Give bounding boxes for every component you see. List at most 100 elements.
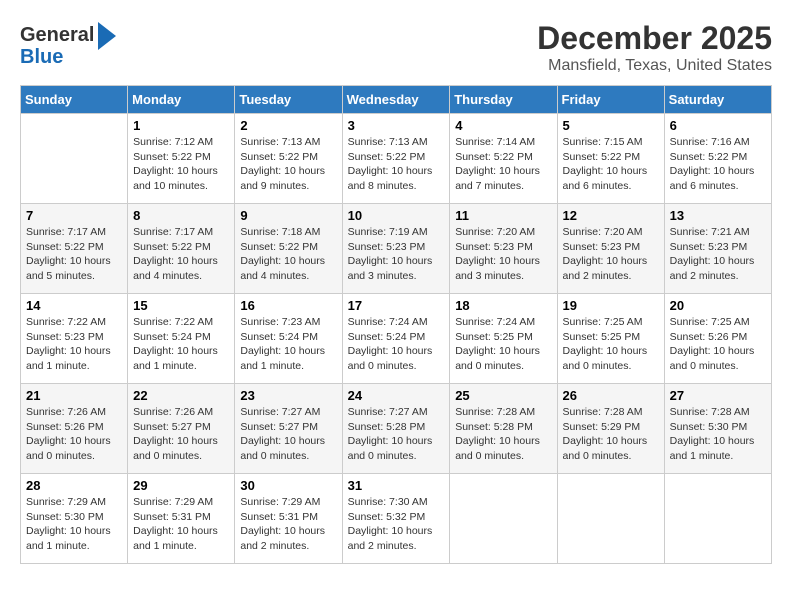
day-number: 5 xyxy=(563,118,659,133)
page-header: General Blue December 2025 Mansfield, Te… xyxy=(20,20,772,75)
day-info: Sunrise: 7:19 AMSunset: 5:23 PMDaylight:… xyxy=(348,225,445,284)
calendar-cell: 31 Sunrise: 7:30 AMSunset: 5:32 PMDayligh… xyxy=(342,474,450,564)
calendar-cell xyxy=(557,474,664,564)
day-info: Sunrise: 7:28 AMSunset: 5:30 PMDaylight:… xyxy=(670,405,766,464)
day-info: Sunrise: 7:22 AMSunset: 5:24 PMDaylight:… xyxy=(133,315,229,374)
calendar-cell: 23 Sunrise: 7:27 AMSunset: 5:27 PMDayligh… xyxy=(235,384,342,474)
day-number: 15 xyxy=(133,298,229,313)
day-info: Sunrise: 7:27 AMSunset: 5:27 PMDaylight:… xyxy=(240,405,336,464)
day-info: Sunrise: 7:20 AMSunset: 5:23 PMDaylight:… xyxy=(563,225,659,284)
calendar-cell xyxy=(664,474,771,564)
header-sunday: Sunday xyxy=(21,86,128,114)
calendar-cell: 4Sunrise: 7:14 AMSunset: 5:22 PMDaylight… xyxy=(450,114,557,204)
day-info: Sunrise: 7:28 AMSunset: 5:29 PMDaylight:… xyxy=(563,405,659,464)
day-number: 27 xyxy=(670,388,766,403)
day-number: 7 xyxy=(26,208,122,223)
header-wednesday: Wednesday xyxy=(342,86,450,114)
calendar-cell: 12 Sunrise: 7:20 AMSunset: 5:23 PMDayligh… xyxy=(557,204,664,294)
day-number: 21 xyxy=(26,388,122,403)
day-info: Sunrise: 7:13 AMSunset: 5:22 PMDaylight:… xyxy=(240,135,336,194)
day-info: Sunrise: 7:15 AMSunset: 5:22 PMDaylight:… xyxy=(563,135,659,194)
header-tuesday: Tuesday xyxy=(235,86,342,114)
day-number: 16 xyxy=(240,298,336,313)
day-number: 14 xyxy=(26,298,122,313)
calendar-cell: 2 Sunrise: 7:13 AMSunset: 5:22 PMDaylight… xyxy=(235,114,342,204)
month-title: December 2025 xyxy=(537,20,772,57)
calendar-cell: 29Sunrise: 7:29 AMSunset: 5:31 PMDayligh… xyxy=(128,474,235,564)
day-number: 2 xyxy=(240,118,336,133)
day-number: 18 xyxy=(455,298,551,313)
day-number: 4 xyxy=(455,118,551,133)
day-number: 25 xyxy=(455,388,551,403)
day-info: Sunrise: 7:16 AMSunset: 5:22 PMDaylight:… xyxy=(670,135,766,194)
week-row-5: 28 Sunrise: 7:29 AMSunset: 5:30 PMDayligh… xyxy=(21,474,772,564)
calendar-cell: 9 Sunrise: 7:18 AMSunset: 5:22 PMDaylight… xyxy=(235,204,342,294)
day-number: 31 xyxy=(348,478,445,493)
calendar-cell: 7Sunrise: 7:17 AMSunset: 5:22 PMDaylight… xyxy=(21,204,128,294)
day-number: 9 xyxy=(240,208,336,223)
logo: General Blue xyxy=(20,20,116,69)
week-row-1: 1 Sunrise: 7:12 AMSunset: 5:22 PMDaylight… xyxy=(21,114,772,204)
title-block: December 2025 Mansfield, Texas, United S… xyxy=(537,20,772,75)
calendar-cell: 14 Sunrise: 7:22 AMSunset: 5:23 PMDayligh… xyxy=(21,294,128,384)
day-info: Sunrise: 7:24 AMSunset: 5:25 PMDaylight:… xyxy=(455,315,551,374)
calendar-table: SundayMondayTuesdayWednesdayThursdayFrid… xyxy=(20,85,772,564)
day-info: Sunrise: 7:22 AMSunset: 5:23 PMDaylight:… xyxy=(26,315,122,374)
calendar-cell: 13 Sunrise: 7:21 AMSunset: 5:23 PMDayligh… xyxy=(664,204,771,294)
day-info: Sunrise: 7:21 AMSunset: 5:23 PMDaylight:… xyxy=(670,225,766,284)
calendar-cell: 17Sunrise: 7:24 AMSunset: 5:24 PMDayligh… xyxy=(342,294,450,384)
day-info: Sunrise: 7:23 AMSunset: 5:24 PMDaylight:… xyxy=(240,315,336,374)
day-info: Sunrise: 7:28 AMSunset: 5:28 PMDaylight:… xyxy=(455,405,551,464)
calendar-cell: 10 Sunrise: 7:19 AMSunset: 5:23 PMDayligh… xyxy=(342,204,450,294)
day-number: 20 xyxy=(670,298,766,313)
week-row-4: 21Sunrise: 7:26 AMSunset: 5:26 PMDayligh… xyxy=(21,384,772,474)
day-number: 10 xyxy=(348,208,445,223)
day-info: Sunrise: 7:24 AMSunset: 5:24 PMDaylight:… xyxy=(348,315,445,374)
day-number: 19 xyxy=(563,298,659,313)
calendar-cell: 11Sunrise: 7:20 AMSunset: 5:23 PMDayligh… xyxy=(450,204,557,294)
location-title: Mansfield, Texas, United States xyxy=(537,57,772,75)
calendar-cell: 26Sunrise: 7:28 AMSunset: 5:29 PMDayligh… xyxy=(557,384,664,474)
header-friday: Friday xyxy=(557,86,664,114)
day-number: 23 xyxy=(240,388,336,403)
day-number: 3 xyxy=(348,118,445,133)
day-info: Sunrise: 7:17 AMSunset: 5:22 PMDaylight:… xyxy=(133,225,229,284)
calendar-cell: 1 Sunrise: 7:12 AMSunset: 5:22 PMDaylight… xyxy=(128,114,235,204)
day-info: Sunrise: 7:13 AMSunset: 5:22 PMDaylight:… xyxy=(348,135,445,194)
day-info: Sunrise: 7:27 AMSunset: 5:28 PMDaylight:… xyxy=(348,405,445,464)
calendar-cell: 6 Sunrise: 7:16 AMSunset: 5:22 PMDaylight… xyxy=(664,114,771,204)
day-number: 28 xyxy=(26,478,122,493)
day-number: 22 xyxy=(133,388,229,403)
day-info: Sunrise: 7:12 AMSunset: 5:22 PMDaylight:… xyxy=(133,135,229,194)
day-info: Sunrise: 7:29 AMSunset: 5:30 PMDaylight:… xyxy=(26,495,122,554)
day-info: Sunrise: 7:26 AMSunset: 5:27 PMDaylight:… xyxy=(133,405,229,464)
calendar-cell: 21Sunrise: 7:26 AMSunset: 5:26 PMDayligh… xyxy=(21,384,128,474)
day-info: Sunrise: 7:30 AMSunset: 5:32 PMDaylight:… xyxy=(348,495,445,554)
day-number: 6 xyxy=(670,118,766,133)
day-number: 30 xyxy=(240,478,336,493)
calendar-cell: 19Sunrise: 7:25 AMSunset: 5:25 PMDayligh… xyxy=(557,294,664,384)
calendar-cell xyxy=(450,474,557,564)
calendar-cell xyxy=(21,114,128,204)
calendar-cell: 15 Sunrise: 7:22 AMSunset: 5:24 PMDayligh… xyxy=(128,294,235,384)
calendar-cell: 28 Sunrise: 7:29 AMSunset: 5:30 PMDayligh… xyxy=(21,474,128,564)
day-info: Sunrise: 7:25 AMSunset: 5:26 PMDaylight:… xyxy=(670,315,766,374)
header-saturday: Saturday xyxy=(664,86,771,114)
logo-text-general: General xyxy=(20,24,94,47)
day-info: Sunrise: 7:29 AMSunset: 5:31 PMDaylight:… xyxy=(133,495,229,554)
day-number: 24 xyxy=(348,388,445,403)
calendar-cell: 5 Sunrise: 7:15 AMSunset: 5:22 PMDaylight… xyxy=(557,114,664,204)
day-number: 11 xyxy=(455,208,551,223)
week-row-3: 14 Sunrise: 7:22 AMSunset: 5:23 PMDayligh… xyxy=(21,294,772,384)
header-monday: Monday xyxy=(128,86,235,114)
calendar-cell: 16 Sunrise: 7:23 AMSunset: 5:24 PMDayligh… xyxy=(235,294,342,384)
calendar-cell: 20 Sunrise: 7:25 AMSunset: 5:26 PMDayligh… xyxy=(664,294,771,384)
calendar-cell: 27 Sunrise: 7:28 AMSunset: 5:30 PMDayligh… xyxy=(664,384,771,474)
calendar-cell: 24 Sunrise: 7:27 AMSunset: 5:28 PMDayligh… xyxy=(342,384,450,474)
logo-arrow-icon xyxy=(98,22,116,50)
day-info: Sunrise: 7:29 AMSunset: 5:31 PMDaylight:… xyxy=(240,495,336,554)
day-info: Sunrise: 7:18 AMSunset: 5:22 PMDaylight:… xyxy=(240,225,336,284)
day-number: 13 xyxy=(670,208,766,223)
day-number: 1 xyxy=(133,118,229,133)
day-number: 12 xyxy=(563,208,659,223)
